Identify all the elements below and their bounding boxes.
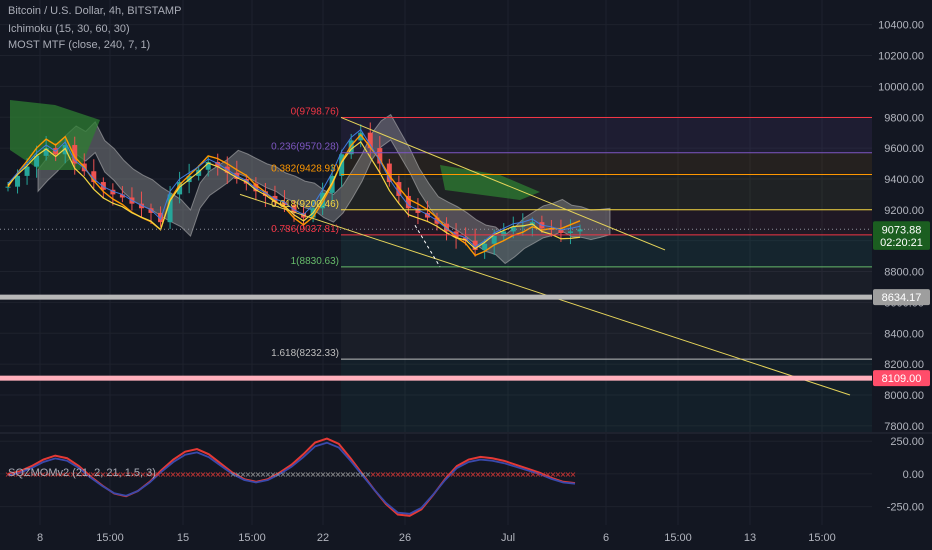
- candle-body: [567, 231, 573, 233]
- price-tick-label: 8400.00: [884, 328, 924, 340]
- time-tick-label: 15:00: [238, 532, 266, 544]
- time-tick-label: 22: [317, 532, 329, 544]
- fib-zone: [341, 234, 872, 267]
- price-tick-label: 10200.00: [878, 51, 924, 63]
- fib-zone: [341, 359, 872, 432]
- time-tick-label: 15:00: [664, 532, 692, 544]
- time-tick-label: 13: [744, 532, 756, 544]
- candle-body: [501, 231, 507, 237]
- candle-body: [491, 236, 497, 244]
- time-tick-label: 26: [399, 532, 411, 544]
- fib-label: 1.618(8232.33): [271, 348, 339, 359]
- chart-root[interactable]: 0(9798.76) 0.236(9570.28) 0.382(9428.93) 0.…: [0, 0, 932, 550]
- price-tick-label: 9800.00: [884, 112, 924, 124]
- price-tag-label: 8634.17: [882, 292, 922, 304]
- fib-label: 0.236(9570.28): [271, 142, 339, 153]
- fib-label: 0.786(9037.81): [271, 224, 339, 235]
- sqz-tick-label: 250.00: [890, 436, 924, 448]
- sqzmom-legend[interactable]: SQZMOMv2 (21, 2, 21, 1.5, 3): [8, 467, 156, 479]
- price-tick-label: 9600.00: [884, 143, 924, 155]
- fib-label: 0(9798.76): [291, 106, 339, 117]
- fib-label: 1(8830.63): [291, 256, 339, 267]
- sqz-tick-label: 0.00: [903, 469, 924, 481]
- most-mtf-legend[interactable]: MOST MTF (close, 240, 7, 1): [8, 39, 150, 51]
- time-tick-label: 15:00: [96, 532, 124, 544]
- time-tick-label: 6: [603, 532, 609, 544]
- price-tick-label: 7800.00: [884, 421, 924, 433]
- price-tick-label: 10000.00: [878, 81, 924, 93]
- symbol-title[interactable]: Bitcoin / U.S. Dollar, 4h, BITSTAMP: [8, 5, 181, 17]
- fib-label: 0.382(9428.93): [271, 164, 339, 175]
- time-tick-label: 15: [177, 532, 189, 544]
- support-level: [0, 294, 872, 300]
- fib-zone: [341, 267, 872, 359]
- fib-zones: [341, 117, 872, 432]
- price-tick-label: 9400.00: [884, 174, 924, 186]
- time-tick-label: 15:00: [808, 532, 836, 544]
- support-level: [0, 375, 872, 381]
- fib-zone: [341, 117, 872, 153]
- price-tag-label: 8109.00: [882, 373, 922, 385]
- time-tick-label: Jul: [501, 532, 515, 544]
- sqz-tick-label: -250.00: [887, 502, 924, 514]
- price-tick-label: 8800.00: [884, 267, 924, 279]
- sqz-zero-cross: ×: [570, 470, 577, 479]
- price-tick-label: 8200.00: [884, 359, 924, 371]
- price-tick-label: 10400.00: [878, 20, 924, 32]
- candle-body: [15, 175, 21, 187]
- price-tick-label: 8000.00: [884, 390, 924, 402]
- candle-body: [482, 243, 488, 250]
- candle-body: [5, 186, 11, 188]
- time-tick-label: 8: [37, 532, 43, 544]
- price-tag-label: 02:20:21: [880, 237, 923, 249]
- price-tick-label: 9200.00: [884, 205, 924, 217]
- ichimoku-legend[interactable]: Ichimoku (15, 30, 60, 30): [8, 23, 130, 35]
